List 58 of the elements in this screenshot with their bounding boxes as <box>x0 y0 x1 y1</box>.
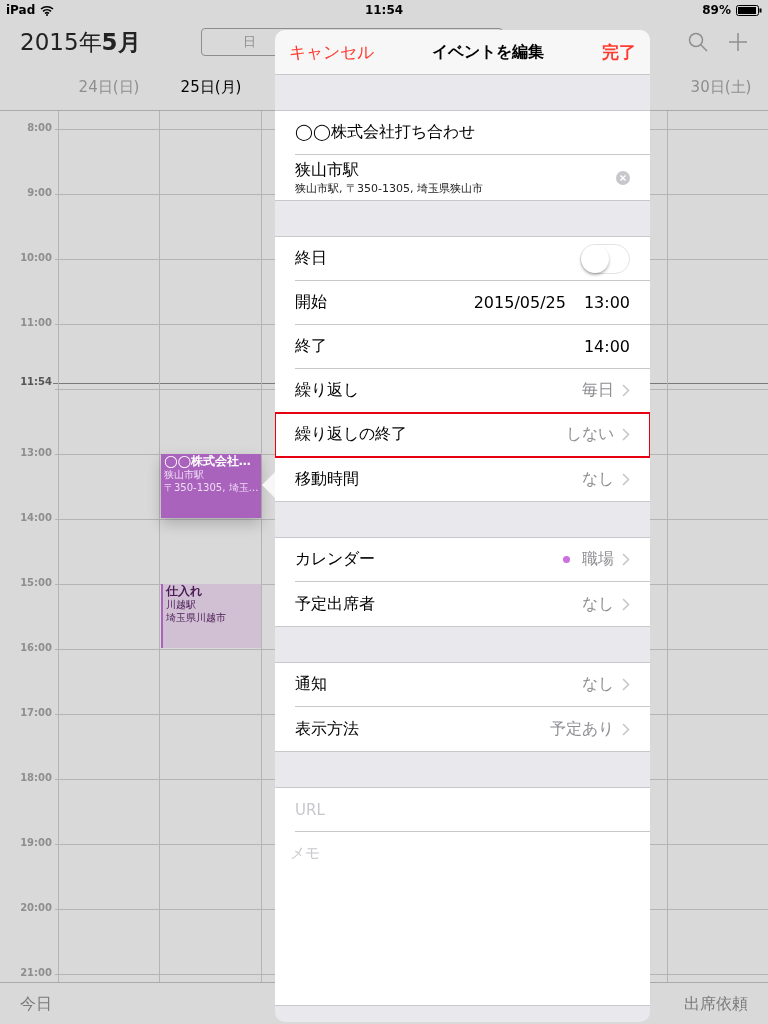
search-icon[interactable] <box>688 32 708 52</box>
chevron-right-icon <box>622 722 630 736</box>
time-label: 17:00 <box>19 707 53 720</box>
settings-row[interactable]: 繰り返し 毎日 <box>295 369 650 413</box>
settings-row[interactable]: 開始 2015/05/25 13:00 <box>295 281 650 325</box>
clear-icon[interactable] <box>616 170 630 185</box>
status-time: 11:54 <box>364 3 404 17</box>
settings-row[interactable]: 移動時間 なし <box>295 457 650 501</box>
time-label: 18:00 <box>19 772 53 785</box>
chevron-right-icon <box>622 678 630 691</box>
event-title-field[interactable]: ◯◯株式会社打ち合わせ <box>295 122 475 143</box>
time-label: 11:54 <box>19 376 53 389</box>
toggle-switch[interactable] <box>580 243 630 274</box>
time-value: 14:00 <box>583 337 630 356</box>
settings-row[interactable]: 予定出席者 なし <box>295 582 650 626</box>
settings-row[interactable]: 終了 14:00 <box>295 325 650 369</box>
time-label: 10:00 <box>19 252 53 265</box>
device-name: iPad <box>6 3 36 17</box>
row-value: しない <box>566 424 614 445</box>
settings-row[interactable]: 表示方法 予定あり <box>295 707 650 751</box>
location-field[interactable]: 狭山市駅 狭山市駅, 〒350-1305, 埼玉県狭山市 <box>295 159 483 196</box>
wifi-icon <box>40 4 55 16</box>
time-label: 21:00 <box>19 967 53 980</box>
chevron-right-icon <box>622 553 630 566</box>
month-title: 2015年5月 <box>20 27 141 57</box>
date-value: 2015/05/25 <box>473 293 566 312</box>
settings-row[interactable]: 通知 なし <box>295 663 650 707</box>
battery-percent: 89% <box>702 3 731 17</box>
chevron-right-icon <box>622 428 630 441</box>
time-label: 19:00 <box>19 837 53 850</box>
settings-row[interactable]: カレンダー 職場 <box>295 538 650 582</box>
row-value: 予定あり <box>550 718 614 740</box>
time-label: 9:00 <box>26 187 53 200</box>
chevron-right-icon <box>622 384 630 397</box>
time-label: 16:00 <box>19 642 53 655</box>
chevron-right-icon <box>622 597 630 611</box>
time-label: 14:00 <box>19 512 53 525</box>
time-label: 15:00 <box>19 577 53 590</box>
day-header[interactable]: 25日(月) <box>160 77 262 97</box>
popover-title: イベントを編集 <box>432 41 544 63</box>
row-value: なし <box>582 674 614 695</box>
battery-icon <box>736 4 762 16</box>
settings-row[interactable]: 繰り返しの終了 しない <box>275 413 650 457</box>
row-value: なし <box>582 468 614 490</box>
time-label: 11:00 <box>19 317 53 330</box>
row-value: なし <box>582 593 614 615</box>
url-field[interactable]: URL <box>275 788 650 832</box>
time-value: 13:00 <box>583 293 630 312</box>
time-label: 13:00 <box>19 447 53 460</box>
calendar-event[interactable]: ◯◯株式会社… 狭山市駅 〒350-1305, 埼玉… <box>161 454 261 518</box>
time-label: 8:00 <box>26 122 53 135</box>
time-label: 20:00 <box>19 902 53 915</box>
chevron-right-icon <box>622 472 630 486</box>
add-icon[interactable] <box>728 32 748 52</box>
calendar-event[interactable]: 仕入れ 川越駅 埼玉県川越市 <box>161 584 261 648</box>
row-value: 職場 <box>582 549 614 570</box>
row-value: 毎日 <box>582 380 614 401</box>
settings-row[interactable]: 終日 <box>295 237 650 281</box>
